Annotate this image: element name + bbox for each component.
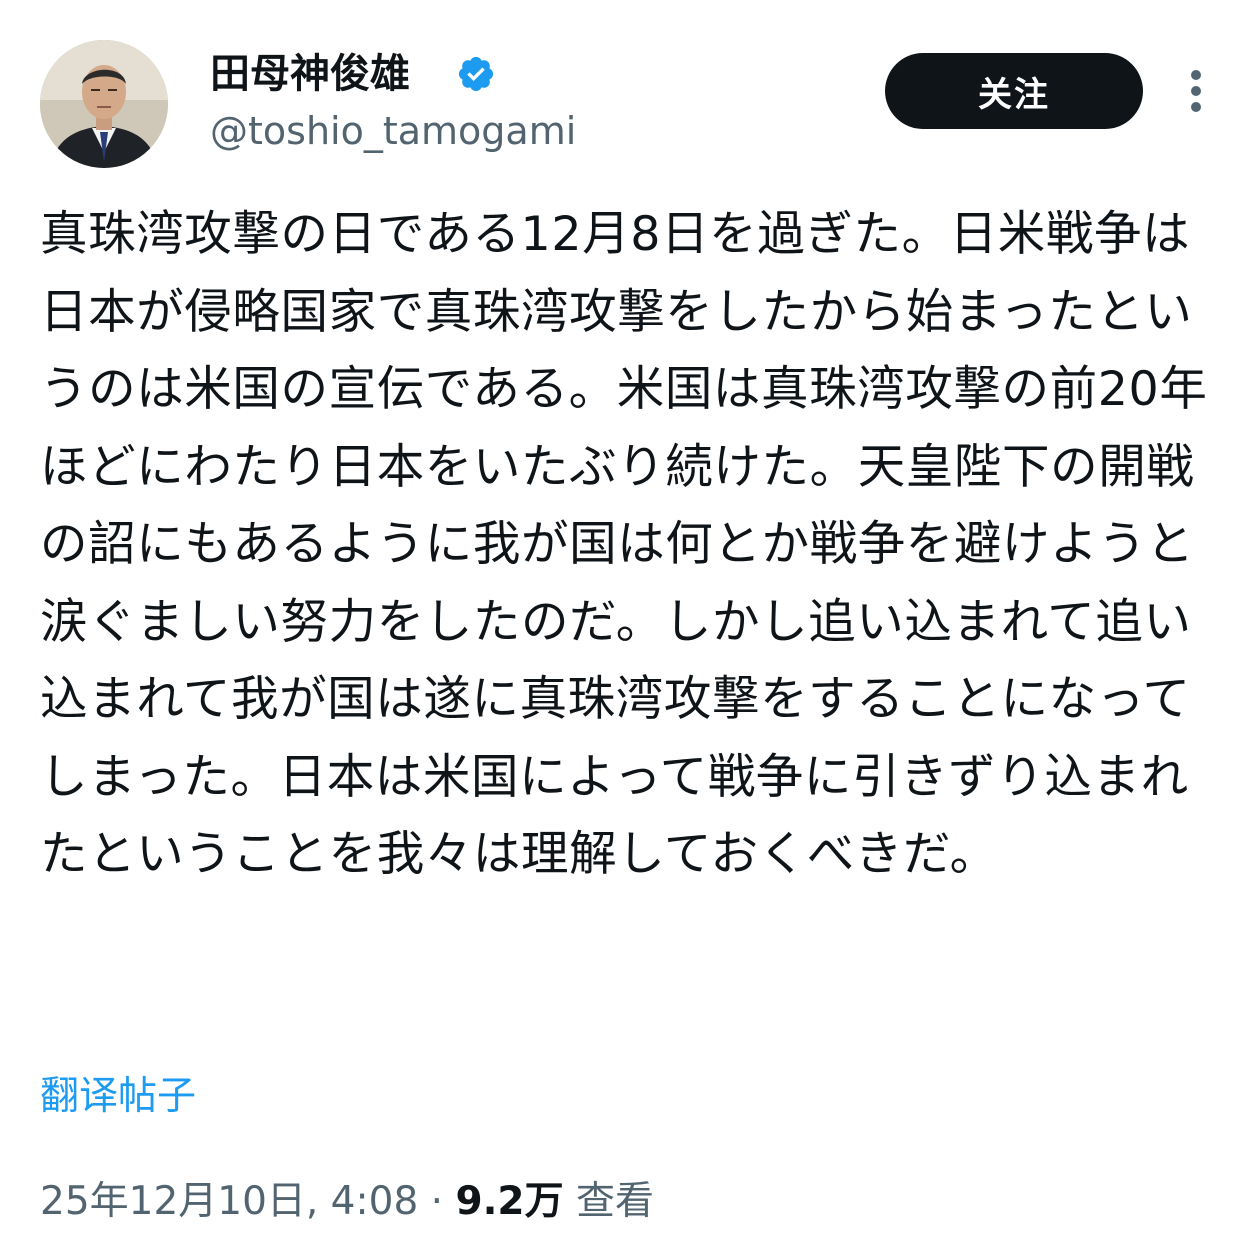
views-label: 查看 [575,1179,654,1224]
more-vertical-icon [1191,70,1201,112]
more-options-button[interactable] [1176,66,1216,116]
tweet-text: 真珠湾攻撃の日である12月8日を過ぎた。日米戦争は日本が侵略国家で真珠湾攻撃をし… [40,207,1208,882]
verified-badge-icon [458,56,494,92]
tweet-timestamp[interactable]: 25年12月10日, 4:08 [40,1179,418,1224]
display-name[interactable]: 田母神俊雄 [210,46,410,102]
avatar[interactable] [40,40,168,168]
user-handle[interactable]: @toshio_tamogami [210,104,576,158]
tweet-card: 田母神俊雄 @toshio_tamogami 关注 真珠湾攻撃の日である12月8… [0,0,1260,1244]
translate-post-link[interactable]: 翻译帖子 [40,1068,196,1126]
views-count[interactable]: 9.2万 [455,1179,563,1224]
meta-separator: · [430,1179,444,1224]
avatar-portrait-icon [40,40,168,168]
follow-button[interactable]: 关注 [885,53,1143,129]
tweet-meta: 25年12月10日, 4:08 · 9.2万 查看 [40,1172,654,1232]
